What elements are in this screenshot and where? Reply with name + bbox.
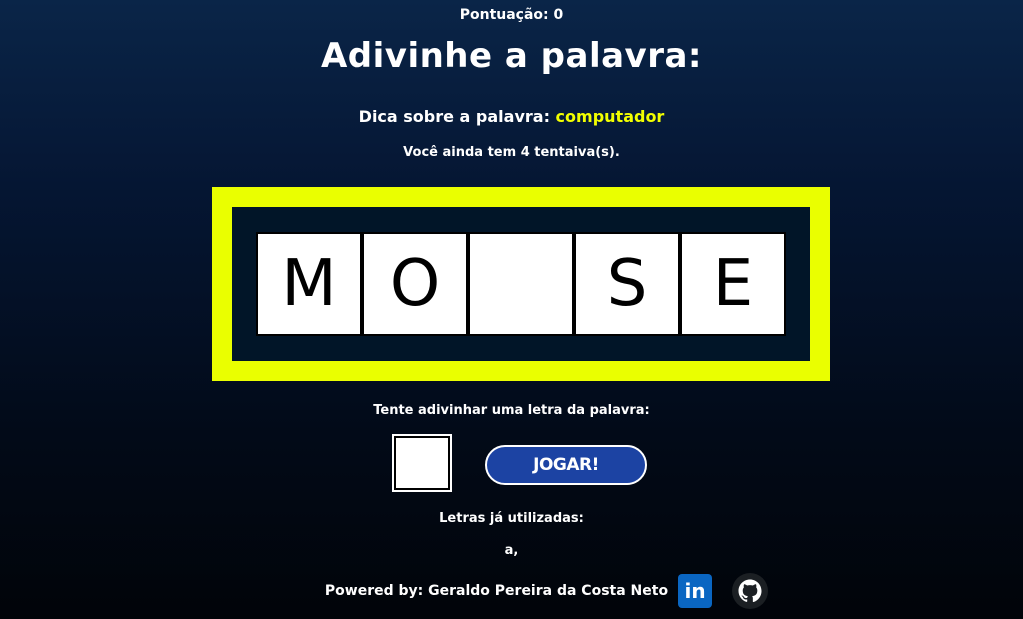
page-title: Adivinhe a palavra: [320, 36, 703, 76]
play-button[interactable]: JOGAR! [485, 445, 647, 485]
footer: Powered by: Geraldo Pereira da Costa Net… [0, 573, 1023, 609]
hint-label: Dica sobre a palavra: [358, 107, 550, 126]
letter-tiles: M O S E [256, 232, 786, 336]
letter-tile: S [576, 234, 678, 334]
linkedin-icon-text: in [684, 579, 706, 603]
github-icon[interactable] [732, 573, 769, 609]
linkedin-icon[interactable]: in [678, 574, 713, 608]
letter-tile [470, 234, 572, 334]
word-board-inner: M O S E [232, 207, 810, 361]
hint-value: computador [555, 107, 665, 126]
letter-tile: O [364, 234, 466, 334]
letter-tile: E [682, 234, 784, 334]
guess-prompt: Tente adivinhar uma letra da palavra: [373, 403, 650, 418]
used-letters-title: Letras já utilizadas: [439, 511, 584, 526]
used-letters-list: a, [504, 543, 519, 558]
attempts-remaining: Você ainda tem 4 tentaiva(s). [403, 145, 620, 160]
word-hint: Dica sobre a palavra: computador [0, 107, 1023, 126]
score-label: Pontuação: 0 [459, 7, 564, 23]
powered-by-text: Powered by: Geraldo Pereira da Costa Net… [324, 583, 669, 599]
letter-input[interactable] [392, 434, 452, 492]
word-board: M O S E [212, 187, 830, 381]
letter-tile: M [258, 234, 360, 334]
